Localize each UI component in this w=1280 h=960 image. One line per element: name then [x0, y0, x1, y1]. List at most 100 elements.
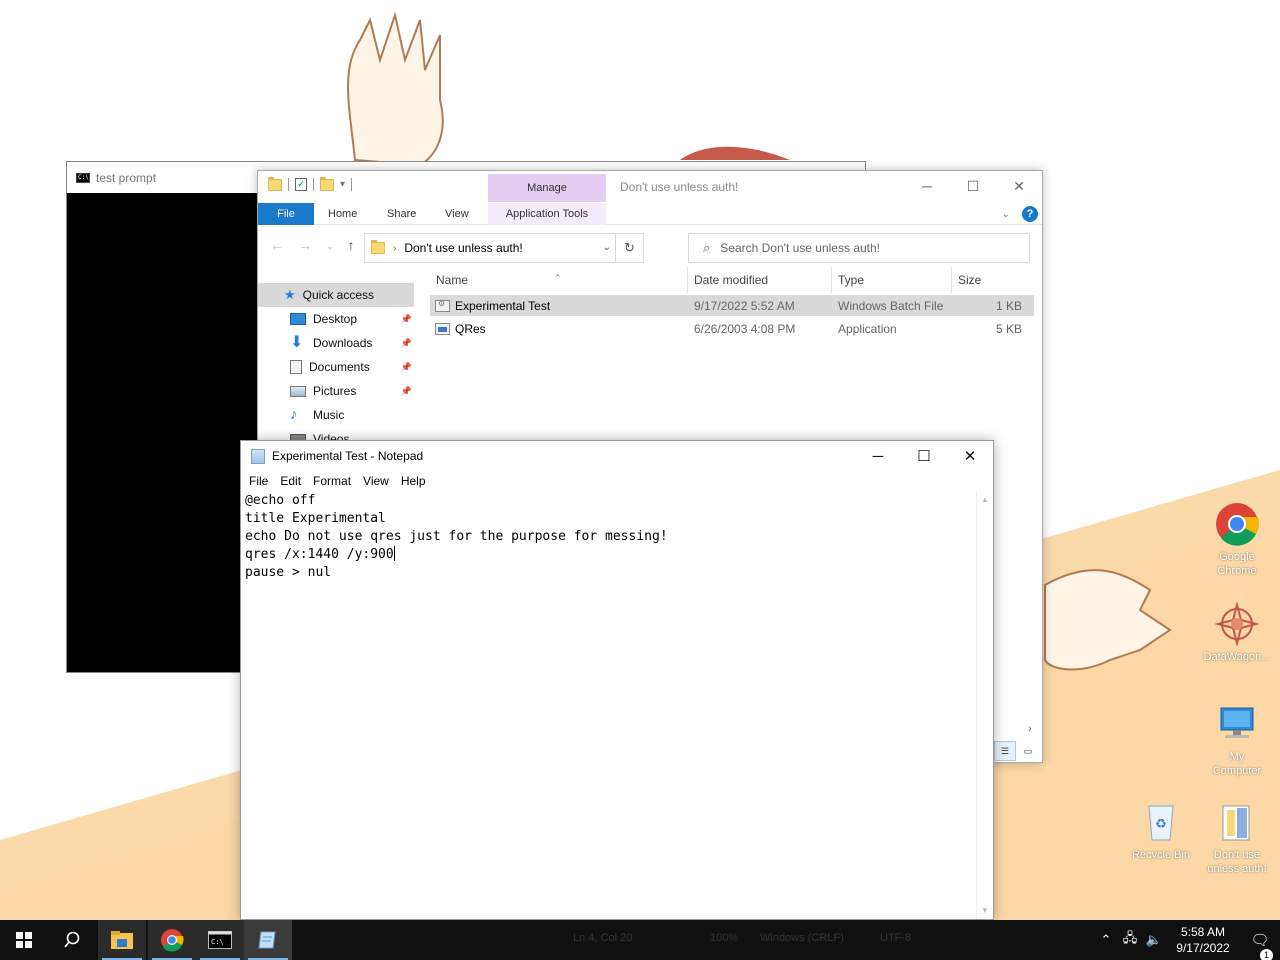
- help-icon[interactable]: ?: [1022, 206, 1038, 222]
- taskbar-command-prompt[interactable]: C:\: [196, 920, 244, 960]
- notepad-window[interactable]: Experimental Test - Notepad ─ ☐ ✕ File E…: [240, 440, 994, 920]
- nav-item-pictures[interactable]: Pictures 📌: [258, 379, 416, 403]
- cmd-title: test prompt: [96, 170, 157, 185]
- nav-item-music[interactable]: ♪ Music: [258, 403, 416, 427]
- notepad-text-area[interactable]: @echo off title Experimental echo Do not u…: [241, 491, 977, 919]
- tab-home[interactable]: Home: [328, 203, 357, 225]
- menu-edit[interactable]: Edit: [274, 474, 307, 488]
- menu-help[interactable]: Help: [395, 474, 432, 488]
- show-hidden-icons-chevron-icon[interactable]: ⌃: [1094, 932, 1118, 948]
- maximize-button[interactable]: ☐: [950, 171, 996, 201]
- maximize-button[interactable]: ☐: [901, 441, 947, 471]
- tab-view[interactable]: View: [445, 203, 469, 225]
- desktop-icon-recycle-bin[interactable]: ♻ Recycle Bin: [1124, 800, 1198, 862]
- search-box[interactable]: ⌕ Search Don't use unless auth!: [688, 233, 1030, 263]
- text-caret: [393, 546, 395, 561]
- nav-item-documents[interactable]: Documents 📌: [258, 355, 416, 379]
- properties-icon[interactable]: ✓: [295, 178, 307, 191]
- nav-item-quick-access[interactable]: ★ Quick access: [258, 283, 414, 307]
- minimize-button[interactable]: ─: [855, 441, 901, 471]
- breadcrumb-separator-icon[interactable]: ›: [393, 243, 396, 254]
- large-icons-view-icon[interactable]: ▭: [1017, 741, 1039, 761]
- taskbar-file-explorer[interactable]: [98, 920, 146, 960]
- taskbar-notepad[interactable]: [244, 920, 292, 960]
- new-folder-icon[interactable]: [320, 176, 334, 191]
- action-center-button[interactable]: 🗨 1: [1240, 931, 1280, 960]
- menu-view[interactable]: View: [357, 474, 395, 488]
- text-line: pause > nul: [245, 565, 332, 580]
- taskbar: C:\ Ln 4, Col 20 100% Windows (CRLF) UTF…: [0, 920, 1280, 960]
- volume-icon[interactable]: 🔈: [1142, 932, 1166, 948]
- folder-icon[interactable]: [268, 176, 282, 191]
- desktop-icon-datawagon[interactable]: DataWagon...: [1200, 601, 1274, 664]
- chrome-icon: [161, 929, 184, 952]
- column-header-name[interactable]: ⌃ Name: [430, 267, 688, 293]
- desktop-icon-label: Recycle Bin: [1131, 849, 1191, 861]
- network-icon[interactable]: 🖧: [1118, 929, 1142, 951]
- address-row: ← → ⌄ ↑ › Don't use unless auth! ⌄ ↻ ⌕ S…: [258, 225, 1042, 267]
- notepad-titlebar[interactable]: Experimental Test - Notepad ─ ☐ ✕: [241, 441, 993, 471]
- address-dropdown-icon[interactable]: ⌄: [603, 242, 611, 253]
- file-row[interactable]: Experimental Test 9/17/2022 5:52 AM Wind…: [430, 295, 1034, 316]
- text-line: @echo off: [245, 493, 316, 508]
- close-button[interactable]: ✕: [996, 171, 1042, 201]
- desktop-icon-label: Don't use: [1213, 849, 1261, 861]
- quick-access-toolbar: ✓ ▾: [268, 176, 353, 191]
- nav-item-downloads[interactable]: ⬇ Downloads 📌: [258, 331, 416, 355]
- desktop-icon-dont-use-folder[interactable]: Don't use unless auth!: [1200, 800, 1274, 876]
- desktop-icon-my-computer[interactable]: My Computer: [1200, 702, 1274, 778]
- manage-tab[interactable]: Manage: [488, 174, 606, 202]
- pin-icon[interactable]: 📌: [401, 386, 412, 397]
- desktop-icon-label: Chrome: [1217, 565, 1257, 577]
- column-label: Name: [436, 273, 469, 287]
- clock-date: 9/17/2022: [1176, 941, 1230, 955]
- divider: [288, 178, 289, 191]
- expand-ribbon-icon[interactable]: ⌄: [1002, 209, 1010, 220]
- taskbar-chrome[interactable]: [148, 920, 196, 960]
- column-label: Size: [958, 273, 982, 287]
- text-line: echo Do not use qres just for the purpos…: [245, 529, 668, 544]
- desktop-icon-label: My: [1229, 751, 1245, 763]
- address-text[interactable]: Don't use unless auth!: [404, 241, 522, 255]
- up-arrow-icon[interactable]: ↑: [348, 237, 355, 255]
- tab-file[interactable]: File: [258, 203, 314, 225]
- view-switcher: ☰ ▭: [994, 741, 1039, 761]
- close-button[interactable]: ✕: [947, 441, 993, 471]
- menu-format[interactable]: Format: [307, 474, 357, 488]
- desktop-icon-chrome[interactable]: Google Chrome: [1200, 502, 1274, 578]
- clock[interactable]: 5:58 AM 9/17/2022: [1166, 924, 1240, 956]
- svg-text:C:\: C:\: [211, 938, 224, 946]
- address-bar[interactable]: › Don't use unless auth! ⌄ ↻: [364, 233, 644, 263]
- pin-icon[interactable]: 📌: [401, 362, 412, 373]
- search-icon: [64, 931, 80, 948]
- desktop-icon-label: Computer: [1212, 765, 1262, 777]
- customize-toolbar-icon[interactable]: ▾: [340, 179, 345, 190]
- pin-icon[interactable]: 📌: [401, 338, 412, 349]
- search-button[interactable]: [48, 920, 96, 960]
- pin-icon[interactable]: 📌: [401, 314, 412, 325]
- minimize-button[interactable]: ─: [904, 171, 950, 201]
- file-row[interactable]: QRes 6/26/2003 4:08 PM Application 5 KB: [430, 318, 1034, 339]
- recent-locations-icon[interactable]: ⌄: [326, 237, 334, 255]
- notepad-menubar: File Edit Format View Help: [241, 471, 993, 491]
- scroll-down-icon[interactable]: ▼: [981, 906, 989, 915]
- menu-file[interactable]: File: [243, 474, 274, 488]
- refresh-icon[interactable]: ↻: [615, 234, 643, 262]
- notepad-icon: [251, 448, 265, 464]
- tab-share[interactable]: Share: [387, 203, 416, 225]
- scroll-up-icon[interactable]: ▲: [981, 495, 989, 504]
- column-header-size[interactable]: Size: [952, 267, 1028, 293]
- vertical-scrollbar[interactable]: ▲ ▼: [976, 491, 993, 919]
- start-button[interactable]: [0, 920, 48, 960]
- nav-item-desktop[interactable]: Desktop 📌: [258, 307, 416, 331]
- forward-arrow-icon[interactable]: →: [298, 237, 312, 255]
- scroll-right-icon[interactable]: ›: [1028, 723, 1032, 735]
- tab-application-tools[interactable]: Application Tools: [488, 203, 606, 225]
- column-header-type[interactable]: Type: [832, 267, 952, 293]
- explorer-titlebar[interactable]: ✓ ▾ Manage Don't use unless auth! ─ ☐ ✕: [258, 171, 1042, 203]
- back-arrow-icon[interactable]: ←: [270, 237, 284, 255]
- desktop-icon-label: Google: [1219, 551, 1255, 563]
- file-name-cell: Experimental Test: [430, 299, 688, 313]
- details-view-icon[interactable]: ☰: [994, 741, 1016, 761]
- column-header-date[interactable]: Date modified: [688, 267, 832, 293]
